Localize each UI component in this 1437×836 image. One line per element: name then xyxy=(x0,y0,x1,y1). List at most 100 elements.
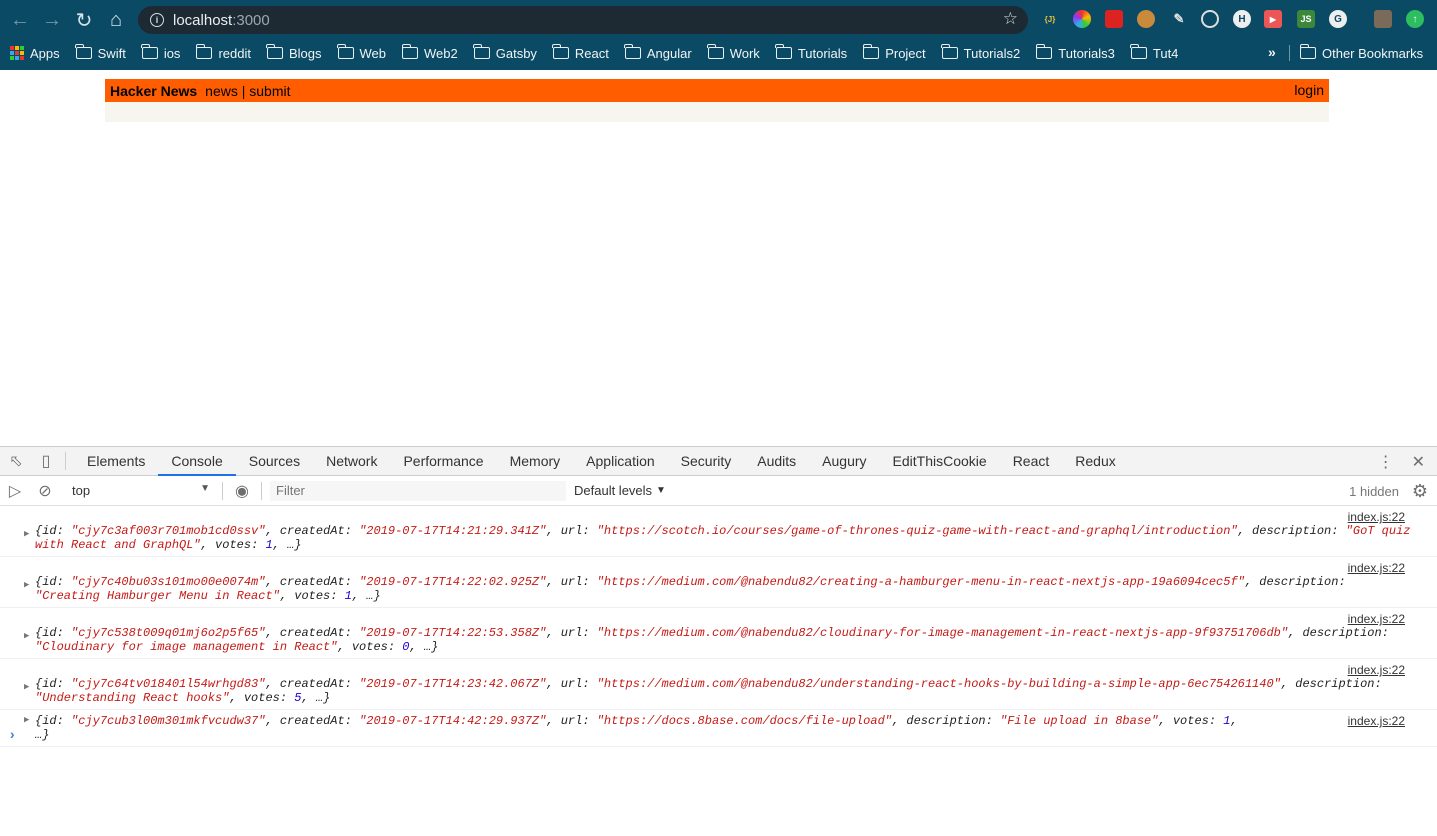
bookmark-work[interactable]: Work xyxy=(707,44,760,61)
bookmark-tutorials2[interactable]: Tutorials2 xyxy=(941,44,1020,61)
filter-input[interactable] xyxy=(270,480,566,501)
console-log-entry[interactable]: index.js:22 ▶ {id: "cjy7cub3l00m301mkfvcud… xyxy=(0,710,1437,747)
bookmark-swift[interactable]: Swift xyxy=(75,44,126,61)
tab-redux[interactable]: Redux xyxy=(1062,447,1128,476)
bookmark-react[interactable]: React xyxy=(552,44,609,61)
console-log-entry[interactable]: index.js:22 ▶ {id: "cjy7c40bu03s101mo00e00… xyxy=(0,557,1437,608)
tab-editthiscookie[interactable]: EditThisCookie xyxy=(880,447,1000,476)
address-bar[interactable]: i localhost:3000 ☆ xyxy=(138,6,1028,34)
expand-triangle-icon[interactable]: ▶ xyxy=(24,631,29,641)
devtools-tabbar: ⬁ ▯ Elements Console Sources Network Perform… xyxy=(0,446,1437,476)
source-link[interactable]: index.js:22 xyxy=(1348,561,1405,575)
close-devtools-icon[interactable]: ✕ xyxy=(1412,452,1425,472)
pen-icon[interactable]: ✎ xyxy=(1170,10,1188,28)
bookmark-reddit[interactable]: reddit xyxy=(195,44,251,61)
source-link[interactable]: index.js:22 xyxy=(1348,714,1405,728)
bookmark-tutorials3[interactable]: Tutorials3 xyxy=(1035,44,1115,61)
color-wheel-icon[interactable] xyxy=(1073,10,1091,28)
eye-icon[interactable]: ◉ xyxy=(231,480,253,502)
chevron-down-icon: ▼ xyxy=(200,482,210,494)
bookmark-web2[interactable]: Web2 xyxy=(401,44,458,61)
context-selector[interactable]: top ▼ xyxy=(66,480,214,502)
bookmark-star-icon[interactable]: ☆ xyxy=(1003,9,1018,29)
devtools-controls: ⋮ ✕ xyxy=(1378,447,1425,476)
other-bookmarks[interactable]: Other Bookmarks xyxy=(1299,40,1423,66)
tab-console[interactable]: Console xyxy=(158,447,237,476)
target-icon[interactable] xyxy=(1201,10,1219,28)
log-levels-dropdown[interactable]: Default levels ▼ xyxy=(574,483,666,498)
filter-divider xyxy=(261,481,262,500)
tab-elements[interactable]: Elements xyxy=(74,447,158,476)
bookmark-blogs[interactable]: Blogs xyxy=(266,44,322,61)
bookmark-gatsby[interactable]: Gatsby xyxy=(473,44,537,61)
tab-react[interactable]: React xyxy=(1000,447,1063,476)
bookmark-tutorials[interactable]: Tutorials xyxy=(775,44,847,61)
forward-icon[interactable]: → xyxy=(36,4,68,36)
console-log-entry[interactable]: index.js:22 ▶ {id: "cjy7c64tv018401l54wrhg… xyxy=(0,659,1437,710)
tab-security[interactable]: Security xyxy=(668,447,745,476)
tab-network[interactable]: Network xyxy=(313,447,390,476)
folder-icon xyxy=(775,44,792,59)
avatar-icon[interactable] xyxy=(1374,10,1392,28)
bookmark-ios[interactable]: ios xyxy=(141,44,180,61)
update-icon[interactable]: ↑ xyxy=(1406,10,1424,28)
expand-triangle-icon[interactable]: ▶ xyxy=(24,682,29,692)
home-icon[interactable]: ⌂ xyxy=(100,4,132,36)
log-object: {id: "cjy7c40bu03s101mo00e0074m", create… xyxy=(35,575,1346,603)
expand-triangle-icon[interactable]: ▶ xyxy=(24,580,29,590)
device-toolbar-icon[interactable]: ▯ xyxy=(35,450,57,472)
devtools-menu-icon[interactable]: ⋮ xyxy=(1378,452,1394,472)
cookie-icon[interactable] xyxy=(1137,10,1155,28)
tab-sources[interactable]: Sources xyxy=(236,447,313,476)
bookmark-angular[interactable]: Angular xyxy=(624,44,692,61)
console-prompt[interactable]: › xyxy=(8,728,16,744)
bookmarks-overflow-chevron[interactable]: » xyxy=(1268,44,1276,60)
folder-icon xyxy=(195,44,213,59)
console-toolbar: ▷ ⊘ top ▼ ◉ Default levels ▼ 1 hidden ⚙ xyxy=(0,476,1437,506)
bookmark-project[interactable]: Project xyxy=(862,44,926,61)
inspect-element-icon[interactable]: ⬁ xyxy=(5,450,27,472)
bookmark-web[interactable]: Web xyxy=(337,44,386,61)
log-object: {id: "cjy7c538t009q01mj6o2p5f65", create… xyxy=(35,626,1389,654)
expand-triangle-icon[interactable]: ▶ xyxy=(24,529,29,539)
tab-performance[interactable]: Performance xyxy=(390,447,496,476)
url-text: localhost:3000 xyxy=(173,11,270,29)
tab-application[interactable]: Application xyxy=(573,447,668,476)
console-log-entry[interactable]: index.js:22 ▶ {id: "cjy7c538t009q01mj6o2p5… xyxy=(0,608,1437,659)
chevron-down-icon: ▼ xyxy=(656,485,666,496)
expand-triangle-icon[interactable]: ▶ xyxy=(24,715,29,725)
sidebar-toggle-icon[interactable]: ▷ xyxy=(4,480,26,502)
log-object: {id: "cjy7c64tv018401l54wrhgd83", create… xyxy=(35,677,1382,705)
tab-memory[interactable]: Memory xyxy=(497,447,574,476)
tab-audits[interactable]: Audits xyxy=(744,447,809,476)
clear-console-icon[interactable]: ⊘ xyxy=(34,480,56,502)
console-log-entry[interactable]: index.js:22 ▶ {id: "cjy7c3af003r701mob1cd0… xyxy=(0,506,1437,557)
page-title[interactable]: Hacker News xyxy=(110,83,197,99)
tab-augury[interactable]: Augury xyxy=(809,447,879,476)
json-icon[interactable]: {J} xyxy=(1041,10,1059,28)
folder-icon xyxy=(473,44,490,59)
apps-grid-icon xyxy=(10,46,24,60)
bookmark-apps[interactable]: Apps xyxy=(10,46,60,61)
bookmark-tut4[interactable]: Tut4 xyxy=(1130,44,1178,61)
info-icon[interactable]: i xyxy=(150,13,164,27)
login-link[interactable]: login xyxy=(1294,82,1324,98)
hidden-count: 1 hidden xyxy=(1349,484,1399,499)
console-output: index.js:22 ▶ {id: "cjy7c3af003r701mob1cd0… xyxy=(0,506,1437,836)
reload-icon[interactable]: ↻ xyxy=(68,4,100,36)
nav-links[interactable]: news | submit xyxy=(205,83,290,99)
g-icon[interactable]: G xyxy=(1329,10,1347,28)
record-icon[interactable]: ▶ xyxy=(1264,10,1282,28)
hash-icon[interactable]: H xyxy=(1233,10,1251,28)
source-link[interactable]: index.js:22 xyxy=(1348,612,1405,626)
gear-icon[interactable]: ⚙ xyxy=(1412,481,1428,502)
folder-icon xyxy=(1035,44,1053,59)
nodejs-icon[interactable]: JS xyxy=(1297,10,1315,28)
back-icon[interactable]: ← xyxy=(4,4,36,36)
folder-icon xyxy=(624,44,641,59)
folder-icon xyxy=(266,44,283,59)
folder-icon xyxy=(337,44,354,59)
source-link[interactable]: index.js:22 xyxy=(1348,663,1405,677)
ladybug-icon[interactable] xyxy=(1105,10,1123,28)
source-link[interactable]: index.js:22 xyxy=(1348,510,1405,524)
